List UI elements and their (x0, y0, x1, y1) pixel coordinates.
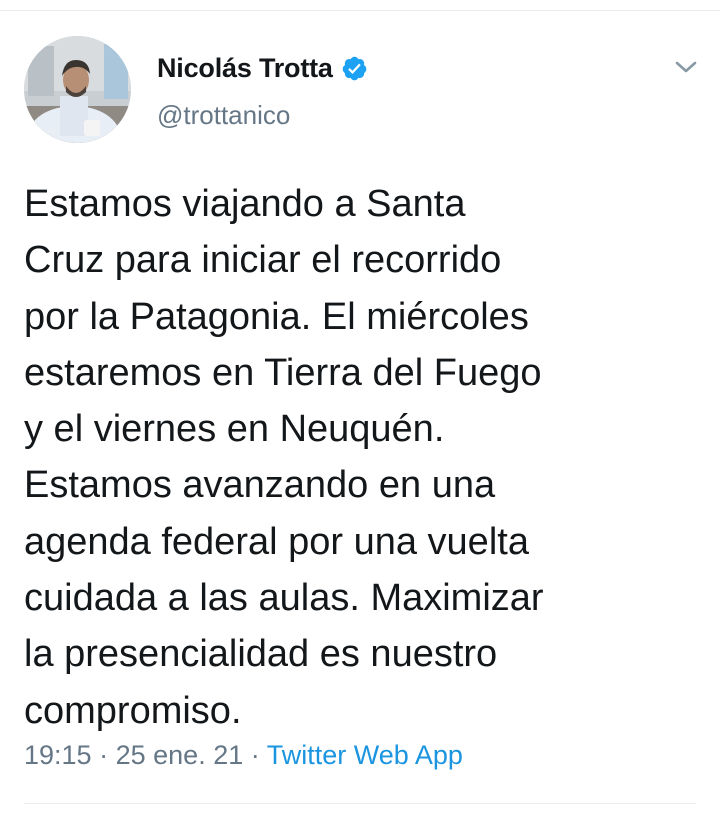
tweet-text: Estamos viajando a Santa Cruz para inici… (24, 183, 544, 732)
author-name-row[interactable]: Nicolás Trotta (157, 50, 368, 86)
bottom-divider (24, 803, 696, 804)
tweet-date[interactable]: 25 ene. 21 (116, 740, 244, 770)
author-display-name[interactable]: Nicolás Trotta (157, 53, 333, 84)
verified-badge-icon (341, 55, 368, 82)
avatar-photo (24, 36, 131, 143)
meta-separator: · (250, 740, 260, 770)
top-divider (0, 10, 720, 11)
tweet-metadata: 19:15 · 25 ene. 21 · Twitter Web App (24, 740, 463, 771)
tweet-time[interactable]: 19:15 (24, 740, 92, 770)
meta-separator: · (99, 740, 109, 770)
avatar[interactable] (24, 36, 131, 143)
tweet-source-link[interactable]: Twitter Web App (267, 740, 463, 770)
author-handle[interactable]: @trottanico (157, 100, 290, 131)
chevron-down-icon[interactable] (672, 54, 700, 80)
